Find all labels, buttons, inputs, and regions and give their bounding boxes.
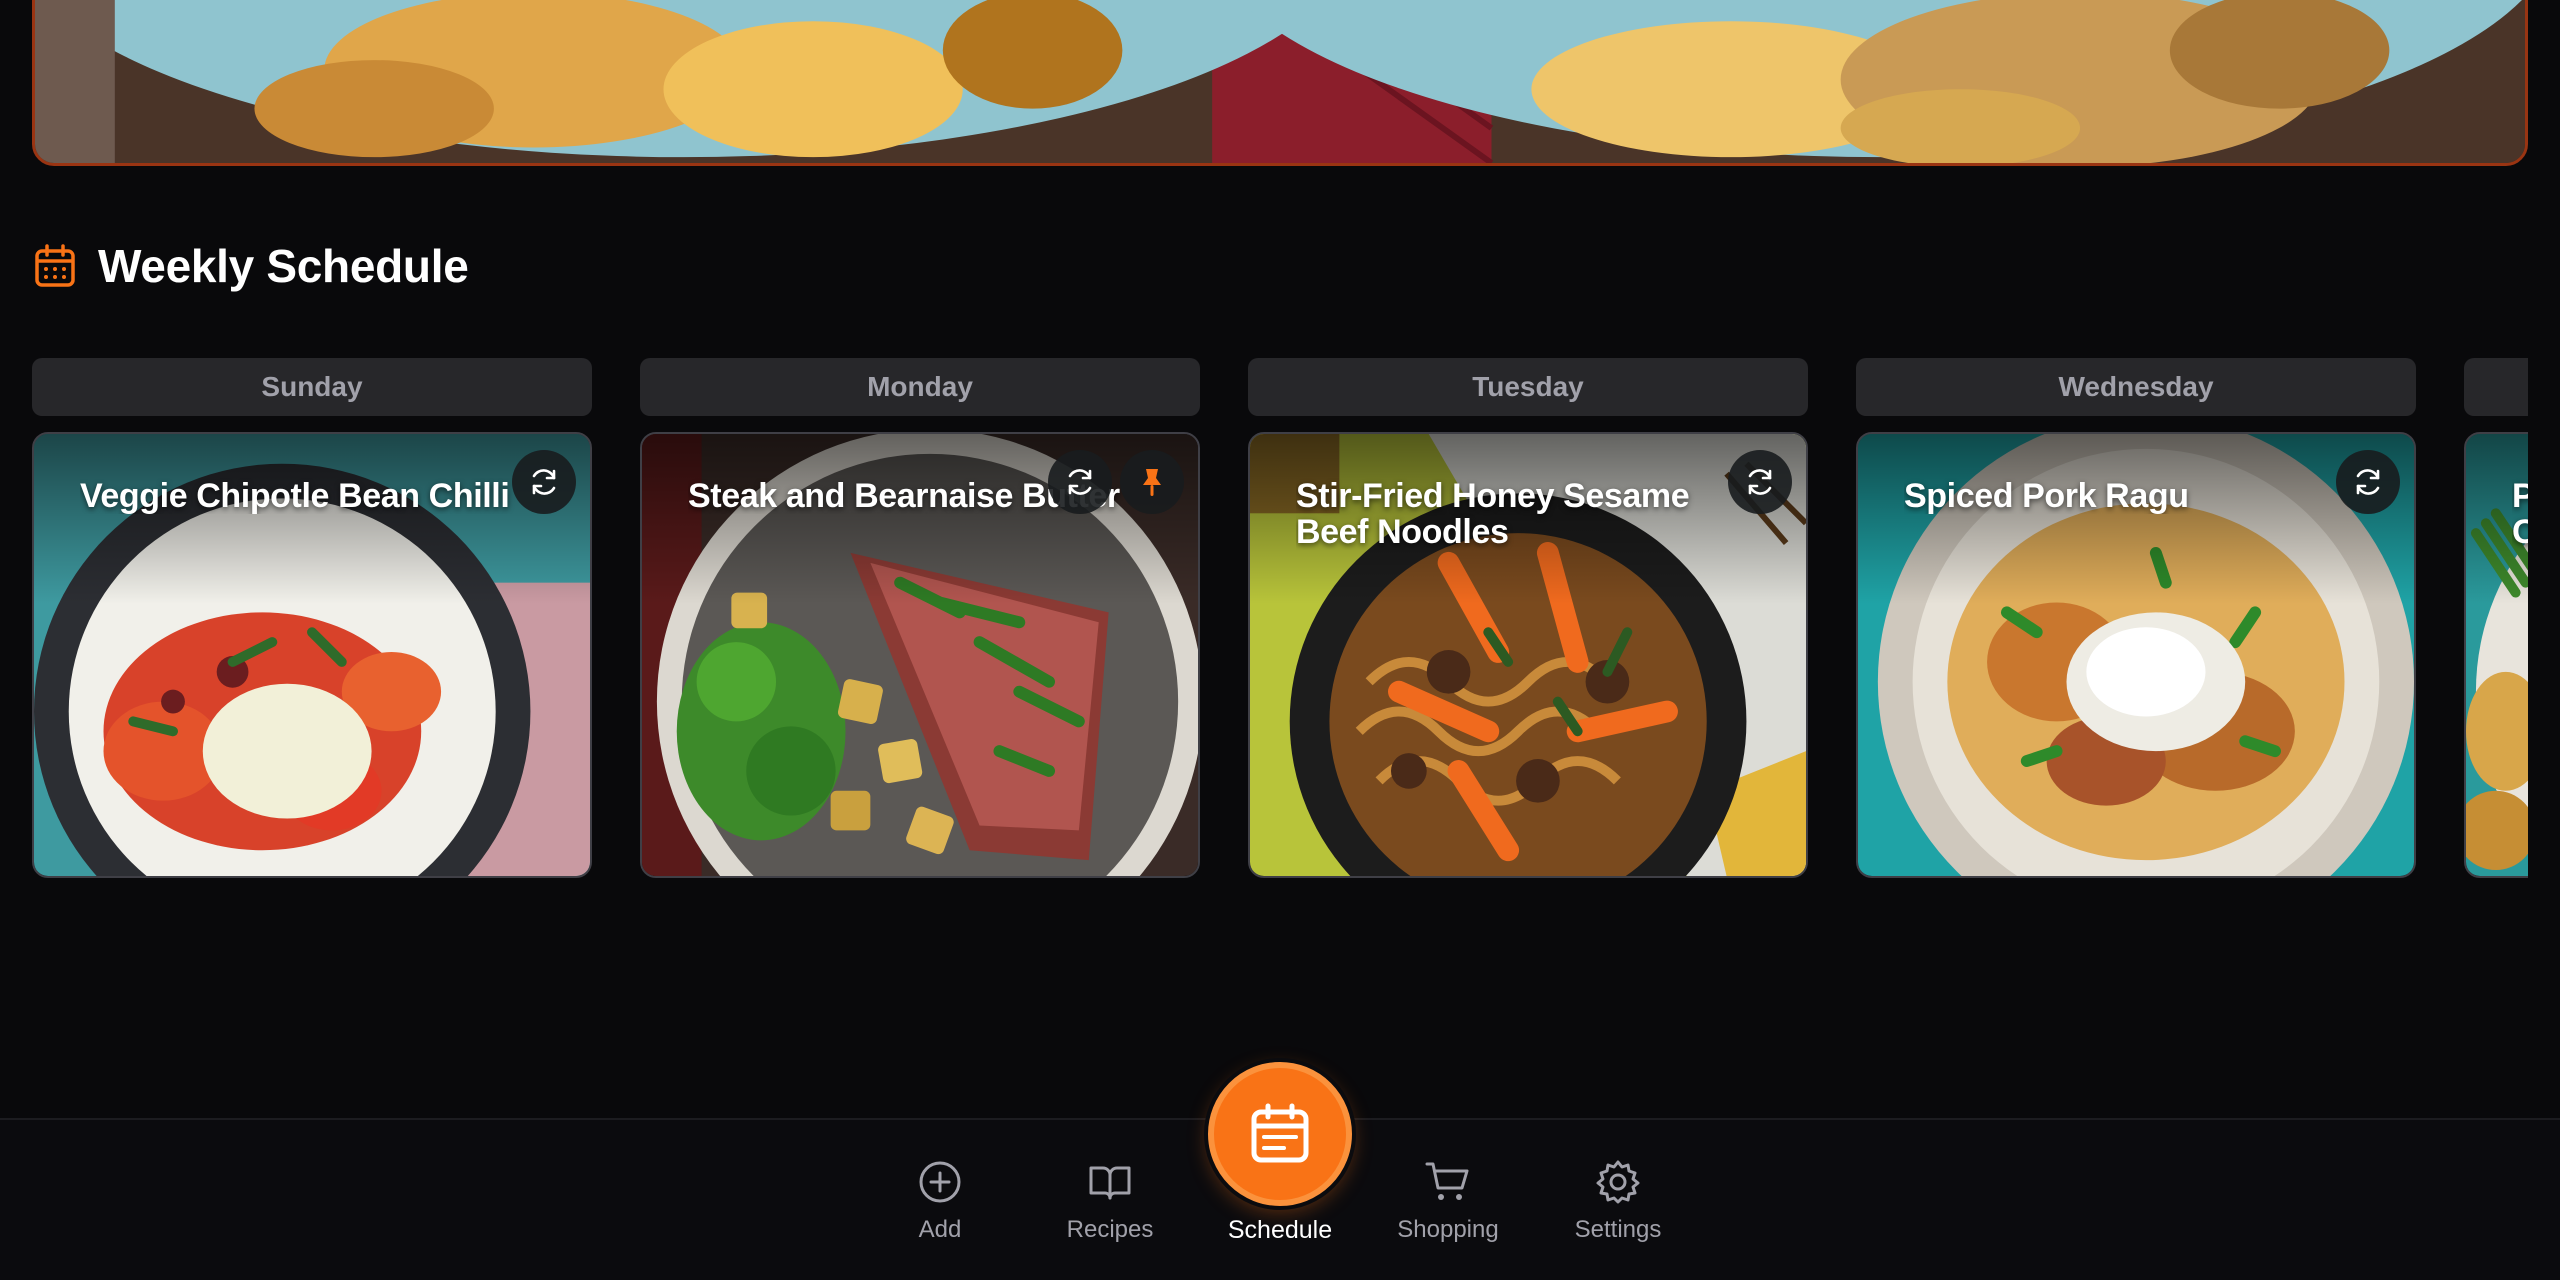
pin-icon bbox=[1143, 469, 1161, 496]
swap-recipe-button[interactable] bbox=[512, 450, 576, 514]
nav-add[interactable]: Add bbox=[865, 1158, 1015, 1244]
nav-add-label: Add bbox=[918, 1216, 962, 1243]
day-label-sunday: Sunday bbox=[32, 358, 592, 416]
nav-settings-label: Settings bbox=[1574, 1216, 1662, 1243]
calendar-icon bbox=[35, 244, 75, 287]
day-column-next: P C bbox=[2464, 358, 2528, 878]
nav-shopping[interactable]: Shopping bbox=[1373, 1158, 1523, 1244]
recipe-title: Stir-Fried Honey Sesame Beef Noodles bbox=[1296, 478, 1690, 550]
recipe-card-sunday[interactable]: Veggie Chipotle Bean Chilli bbox=[32, 432, 592, 878]
app-screen: Weekly Schedule Sunday Veggie Chipotle B… bbox=[0, 0, 2560, 1280]
weekly-schedule-header: Weekly Schedule bbox=[34, 236, 469, 296]
day-column-tuesday: Tuesday Stir-Fried Honey Sesame Beef Noo… bbox=[1248, 358, 1808, 878]
refresh-icon bbox=[1748, 469, 1772, 495]
nav-schedule-label: Schedule bbox=[1227, 1216, 1333, 1244]
gear-icon bbox=[1596, 1160, 1640, 1204]
recipe-title: Veggie Chipotle Bean Chilli bbox=[80, 478, 510, 514]
book-open-icon bbox=[1089, 1166, 1131, 1200]
calendar-icon bbox=[1251, 1103, 1309, 1163]
day-column-monday: Monday Steak and Bearnaise Butter bbox=[640, 358, 1200, 878]
section-title: Weekly Schedule bbox=[98, 240, 469, 292]
recipe-card-next[interactable]: P C bbox=[2464, 432, 2528, 878]
shopping-cart-icon bbox=[1425, 1162, 1469, 1200]
hero-banner-image[interactable] bbox=[32, 0, 2528, 166]
day-column-wednesday: Wednesday Spiced Pork Ragu bbox=[1856, 358, 2416, 878]
nav-shopping-label: Shopping bbox=[1397, 1216, 1499, 1243]
day-label-tuesday: Tuesday bbox=[1248, 358, 1808, 416]
day-label-next bbox=[2464, 358, 2528, 416]
swap-recipe-button[interactable] bbox=[1048, 450, 1112, 514]
swap-recipe-button[interactable] bbox=[1728, 450, 1792, 514]
day-column-sunday: Sunday Veggie Chipotle Bean Chilli bbox=[32, 358, 592, 878]
hero-food-photo bbox=[35, 0, 2525, 163]
refresh-icon bbox=[1068, 469, 1092, 495]
nav-recipes-label: Recipes bbox=[1066, 1216, 1154, 1243]
recipe-card-tuesday[interactable]: Stir-Fried Honey Sesame Beef Noodles bbox=[1248, 432, 1808, 878]
recipe-card-monday[interactable]: Steak and Bearnaise Butter bbox=[640, 432, 1200, 878]
nav-settings[interactable]: Settings bbox=[1543, 1158, 1693, 1244]
day-label-wednesday: Wednesday bbox=[1856, 358, 2416, 416]
refresh-icon bbox=[532, 469, 556, 495]
swap-recipe-button[interactable] bbox=[2336, 450, 2400, 514]
recipe-title: P C bbox=[2512, 478, 2528, 550]
recipe-title: Spiced Pork Ragu bbox=[1904, 478, 2189, 514]
nav-schedule-button[interactable] bbox=[1208, 1062, 1352, 1206]
recipe-card-wednesday[interactable]: Spiced Pork Ragu bbox=[1856, 432, 2416, 878]
plus-circle-icon bbox=[919, 1161, 961, 1203]
pin-recipe-button[interactable] bbox=[1120, 450, 1184, 514]
nav-recipes[interactable]: Recipes bbox=[1035, 1158, 1185, 1244]
refresh-icon bbox=[2356, 469, 2380, 495]
weekly-schedule: Sunday Veggie Chipotle Bean Chilli Monda… bbox=[32, 358, 2528, 882]
day-label-monday: Monday bbox=[640, 358, 1200, 416]
